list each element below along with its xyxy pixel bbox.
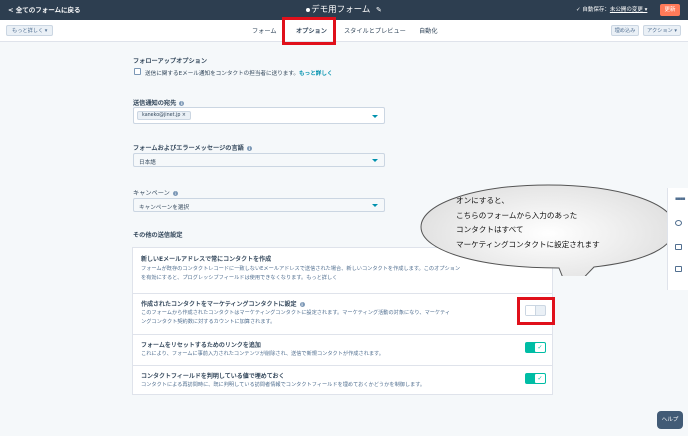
callout-text: オンにすると、 こちらのフォームから入力のあった コンタクトはすべて マーケティ… bbox=[456, 196, 600, 249]
unpublished-changes-link[interactable]: 未公開の変更 ▾ bbox=[610, 7, 648, 13]
checkmark-icon: ✓ bbox=[535, 374, 545, 383]
language-value: 日本語 bbox=[139, 160, 156, 166]
recipient-chip[interactable]: kaneko@jinet.jp × bbox=[137, 111, 191, 120]
info-icon: i bbox=[246, 145, 252, 151]
toggle-highlight bbox=[517, 297, 555, 325]
tab-style-preview[interactable]: スタイルとプレビュー bbox=[344, 26, 406, 35]
grid-dots-icon[interactable]: ▪▪▪▪ bbox=[675, 196, 686, 202]
autosave-status: ✓ 自動保存：未公開の変更 ▾ bbox=[576, 5, 647, 13]
sub-toolbar: もっと詳しく ▾ フォーム オプション スタイルとプレビュー 自動化 埋め込み … bbox=[0, 20, 688, 42]
followup-checkbox-label: 送信に関するEメール通知をコンタクトの担当者に送ります。もっと詳しく bbox=[145, 71, 333, 77]
language-select[interactable]: 日本語 bbox=[133, 153, 385, 167]
setting-description: コンタクトによる再訪問時に、既に判明している訪問者情報でコンタクトフィールドを埋… bbox=[141, 382, 426, 388]
setting-row-marketing-contact: 作成されたコンタクトをマーケティングコンタクトに設定 i このフォームから作成され… bbox=[133, 293, 552, 334]
chevron-down-icon[interactable] bbox=[372, 159, 378, 162]
other-settings-heading: その他の送信設定 bbox=[133, 232, 183, 239]
clipboard-icon[interactable] bbox=[675, 266, 682, 272]
chat-icon[interactable] bbox=[675, 220, 682, 226]
setting-row-prefill: コンタクトフィールドを判明している値で埋めておく コンタクトによる再訪問時に、既… bbox=[133, 365, 552, 396]
form-status-dot-icon bbox=[306, 7, 311, 12]
campaign-placeholder: キャンペーンを選択 bbox=[139, 205, 190, 211]
notification-recipients-field[interactable]: kaneko@jinet.jp × bbox=[133, 107, 385, 124]
chevron-down-icon[interactable] bbox=[372, 204, 378, 207]
info-icon: i bbox=[179, 100, 185, 106]
setting-description: これにより、フォームに事前入力されたコンテンツが削除され、送信で新規コンタクトが… bbox=[141, 351, 384, 357]
setting-description: フォームが既存のコンタクトレコードに一致しないEメールアドレスで送信された場合、… bbox=[141, 266, 461, 272]
followup-checkbox[interactable] bbox=[134, 68, 141, 75]
learn-more-link[interactable]: もっと詳しく bbox=[299, 71, 333, 77]
setting-description: このフォームから作成されたコンタクトはマーケティングコンタクトに設定されます。マ… bbox=[141, 310, 451, 316]
top-bar: < 全てのフォームに戻る デモ用フォーム ✎ ✓ 自動保存：未公開の変更 ▾ 更… bbox=[0, 0, 688, 20]
setting-description: を有効にすると、プログレッシブフィールドは使用できなくなります。もっと詳しく bbox=[141, 275, 338, 281]
more-details-button[interactable]: もっと詳しく ▾ bbox=[6, 25, 54, 36]
info-icon: i bbox=[172, 190, 178, 196]
right-sidebar: ▪▪▪▪ bbox=[667, 188, 688, 290]
active-tab-highlight bbox=[282, 17, 336, 45]
help-button[interactable]: ヘルプ bbox=[657, 411, 683, 429]
checkmark-icon: ✓ bbox=[535, 343, 545, 352]
campaign-heading: キャンペーン i bbox=[133, 190, 178, 197]
language-heading: フォームおよびエラーメッセージの言語 i bbox=[133, 145, 252, 152]
setting-title: コンタクトフィールドを判明している値で埋めておく bbox=[141, 373, 285, 380]
setting-title: フォームをリセットするためのリンクを追加 bbox=[141, 342, 261, 349]
prefill-toggle[interactable]: ✓ bbox=[525, 373, 546, 384]
form-title-text: デモ用フォーム bbox=[311, 5, 371, 15]
pencil-icon[interactable]: ✎ bbox=[376, 6, 382, 14]
notification-heading: 送信通知の宛先 i bbox=[133, 100, 185, 107]
calendar-icon[interactable] bbox=[675, 244, 682, 250]
setting-description: ングコンタクト契約数に対するカウントに加算されます。 bbox=[141, 319, 276, 325]
followup-heading: フォローアップオプション bbox=[133, 58, 208, 65]
reset-link-toggle[interactable]: ✓ bbox=[525, 342, 546, 353]
update-button[interactable]: 更新 bbox=[660, 4, 680, 16]
embed-button[interactable]: 埋め込み bbox=[611, 25, 639, 36]
chevron-down-icon[interactable] bbox=[372, 115, 378, 118]
actions-button[interactable]: アクション ▾ bbox=[643, 25, 681, 36]
info-icon: i bbox=[299, 302, 305, 307]
campaign-select[interactable]: キャンペーンを選択 bbox=[133, 198, 385, 212]
autosave-label: ✓ 自動保存： bbox=[576, 7, 610, 13]
setting-title: 作成されたコンタクトをマーケティングコンタクトに設定 i bbox=[141, 301, 305, 308]
setting-row-reset-link: フォームをリセットするためのリンクを追加 これにより、フォームに事前入力されたコ… bbox=[133, 334, 552, 365]
tab-automation[interactable]: 自動化 bbox=[419, 26, 438, 35]
setting-title: 新しいEメールアドレスで常にコンタクトを作成 bbox=[141, 256, 272, 263]
tab-form[interactable]: フォーム bbox=[252, 26, 277, 35]
